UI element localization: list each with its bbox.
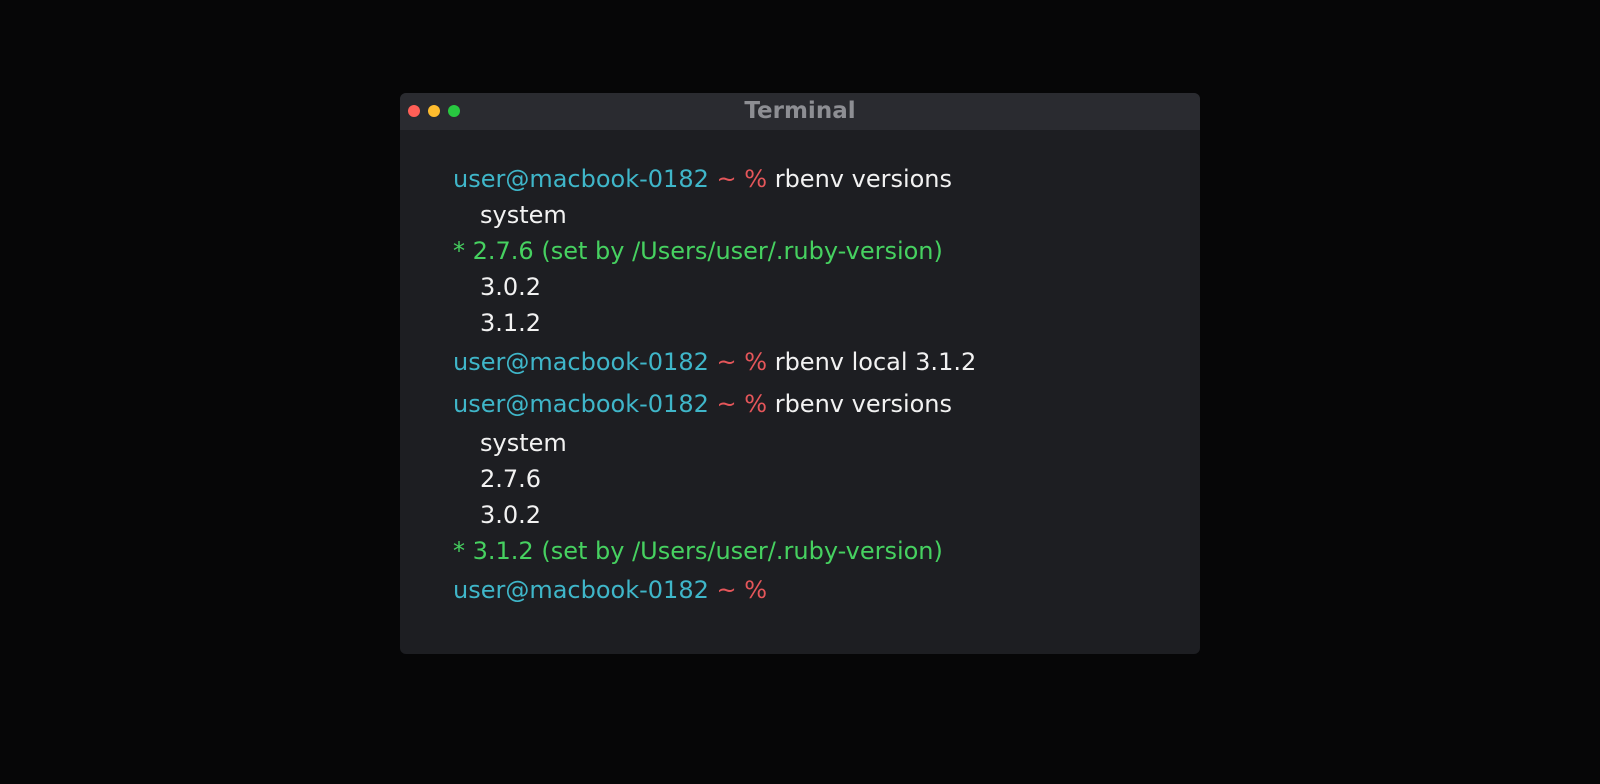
terminal-window: Terminal user@macbook-0182 ~ % rbenv ver…	[400, 93, 1200, 654]
prompt-user: user@macbook-0182	[453, 390, 709, 418]
title-bar[interactable]: Terminal	[400, 93, 1200, 130]
prompt-sign: ~ %	[716, 348, 768, 376]
prompt-user: user@macbook-0182	[453, 576, 709, 604]
version-line: system	[480, 429, 567, 457]
prompt-user: user@macbook-0182	[453, 348, 709, 376]
active-version-line: * 2.7.6 (set by /Users/user/.ruby-versio…	[453, 237, 943, 265]
version-line: 3.0.2	[480, 273, 542, 301]
prompt-sign: ~ %	[716, 390, 768, 418]
command-text: rbenv local 3.1.2	[774, 348, 977, 376]
prompt-line: user@macbook-0182 ~ % rbenv versions	[453, 161, 1180, 197]
version-line: 3.1.2	[480, 309, 542, 337]
version-line: system	[480, 201, 567, 229]
window-title: Terminal	[744, 98, 856, 124]
version-line: 2.7.6	[480, 465, 542, 493]
prompt-line: user@macbook-0182 ~ % rbenv local 3.1.2	[453, 341, 1180, 383]
terminal-output[interactable]: user@macbook-0182 ~ % rbenv versions syst…	[453, 161, 1180, 611]
prompt-sign: ~ %	[716, 165, 768, 193]
command-text: rbenv versions	[774, 390, 953, 418]
command-text: rbenv versions	[774, 165, 953, 193]
active-version-line: * 3.1.2 (set by /Users/user/.ruby-versio…	[453, 537, 943, 565]
prompt-sign: ~ %	[716, 576, 768, 604]
prompt-user: user@macbook-0182	[453, 165, 709, 193]
version-line: 3.0.2	[480, 501, 542, 529]
prompt-line: user@macbook-0182 ~ %	[453, 569, 1180, 611]
prompt-line: user@macbook-0182 ~ % rbenv versions	[453, 383, 1180, 425]
